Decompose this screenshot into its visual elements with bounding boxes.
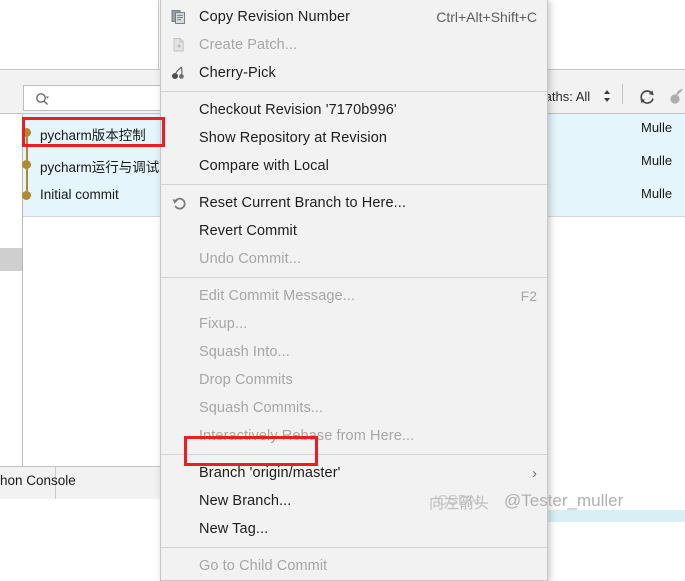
menu-item-label: Show Repository at Revision [199,130,388,146]
menu-item-label: Go to Child Commit [199,558,328,574]
menu-item-label: Fixup... [199,316,248,332]
copy-icon [171,8,191,26]
menu-item-go-to-child-commit[interactable]: Go to Child Commit [161,552,547,580]
top-vertical-divider [158,0,159,70]
menu-item-shortcut: Ctrl+Alt+Shift+C [436,9,537,25]
menu-separator [161,454,547,455]
menu-item-label: Checkout Revision '7170b996' [199,102,397,118]
menu-item-edit-commit-message[interactable]: Edit Commit Message... F2 [161,282,547,310]
commit-row[interactable]: pycharm版本控制 [40,124,146,144]
menu-item-label: New Tag... [199,521,269,537]
menu-item-new-tag[interactable]: New Tag... [161,515,547,543]
menu-item-undo-commit[interactable]: Undo Commit... [161,245,547,273]
filter-icon[interactable] [668,87,685,107]
menu-item-new-branch[interactable]: New Branch... [161,487,547,515]
commit-graph-dot [22,128,31,137]
commit-author: Mulle [641,186,673,201]
create-patch-icon [171,36,191,54]
commit-row[interactable]: Initial commit [40,187,119,202]
menu-item-reset-current-branch-to-here[interactable]: Reset Current Branch to Here... [161,189,547,217]
menu-item-branch-origin-master[interactable]: Branch 'origin/master' › [161,459,547,487]
menu-item-revert-commit[interactable]: Revert Commit [161,217,547,245]
paths-spinner-icon[interactable] [603,89,611,105]
commit-row[interactable]: pycharm运行与调试 [40,156,159,176]
menu-item-label: Copy Revision Number [199,9,351,25]
watermark-cn-text: 向左箭头 [429,495,490,512]
menu-item-squash-into[interactable]: Squash Into... [161,338,547,366]
menu-item-label: Revert Commit [199,223,297,239]
menu-item-interactively-rebase-from-here[interactable]: Interactively Rebase from Here... [161,422,547,450]
commit-context-menu[interactable]: Copy Revision Number Ctrl+Alt+Shift+C Cr… [160,0,548,581]
menu-item-label: Interactively Rebase from Here... [199,428,415,444]
menu-item-label: Squash Commits... [199,400,324,416]
menu-item-compare-with-local[interactable]: Compare with Local [161,152,547,180]
search-input[interactable] [23,85,177,111]
menu-item-cherry-pick[interactable]: Cherry-Pick [161,59,547,87]
refresh-icon[interactable] [637,87,659,107]
menu-item-label: Cherry-Pick [199,65,276,81]
commit-graph-dot [22,191,31,200]
menu-item-create-patch[interactable]: Create Patch... [161,31,547,59]
watermark-handle: @Tester_muller [504,491,624,510]
menu-item-show-repository-at-revision[interactable]: Show Repository at Revision [161,124,547,152]
menu-separator [161,547,547,548]
commit-list-gutter [0,114,23,466]
ide-window: Paths: All origin & master Mulle pycharm… [0,0,685,581]
menu-item-shortcut: F2 [520,288,537,304]
menu-item-label: Drop Commits [199,372,293,388]
cherry-pick-icon [171,64,191,82]
menu-item-label: Reset Current Branch to Here... [199,195,406,211]
menu-item-label: Compare with Local [199,158,329,174]
undo-icon [171,194,191,212]
menu-item-squash-commits[interactable]: Squash Commits... [161,394,547,422]
vertical-scrollbar-thumb[interactable] [0,248,22,271]
menu-separator [161,91,547,92]
menu-separator [161,184,547,185]
menu-item-label: Squash Into... [199,344,290,360]
commit-graph-dot [22,160,31,169]
commit-author: Mulle [641,153,673,168]
menu-item-label: Edit Commit Message... [199,288,356,304]
menu-item-label: Create Patch... [199,37,298,53]
menu-item-label: Branch 'origin/master' [199,465,341,481]
menu-separator [161,277,547,278]
menu-item-copy-revision-number[interactable]: Copy Revision Number Ctrl+Alt+Shift+C [161,3,547,31]
search-icon [35,92,49,106]
tab-python-console[interactable]: hon Console [0,473,76,488]
menu-item-drop-commits[interactable]: Drop Commits [161,366,547,394]
menu-item-label: Undo Commit... [199,251,302,267]
toolbar-separator [622,84,623,104]
chevron-right-icon: › [532,464,537,482]
commit-author: Mulle [641,120,673,135]
menu-item-fixup[interactable]: Fixup... [161,310,547,338]
menu-item-checkout-revision[interactable]: Checkout Revision '7170b996' [161,96,547,124]
